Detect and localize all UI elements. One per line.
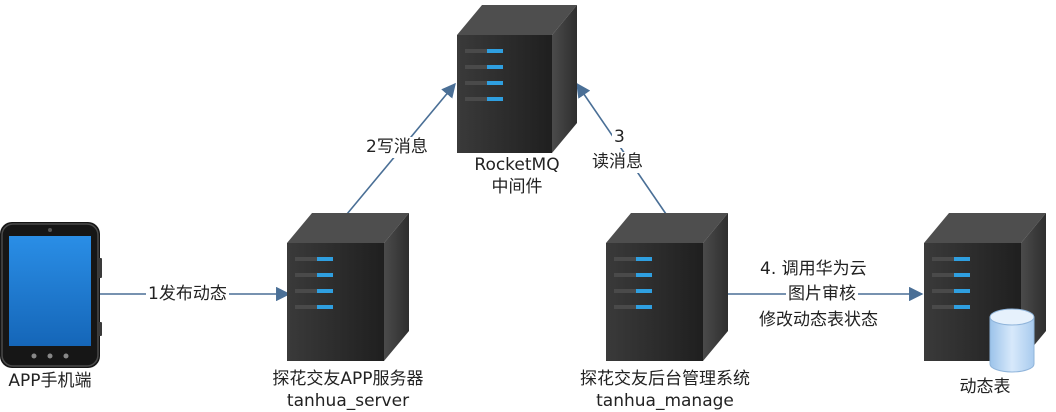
edge-label-read: 读消息 bbox=[590, 152, 645, 173]
manage-label-cn: 探花交友后台管理系统 bbox=[580, 369, 750, 389]
mq-label-name: RocketMQ bbox=[474, 155, 560, 175]
mq-server-icon bbox=[457, 5, 577, 153]
database-icon bbox=[989, 308, 1035, 373]
app-server-icon bbox=[287, 213, 409, 361]
edge-label-review-1: 4. 调用华为云 bbox=[758, 259, 869, 280]
edge-label-read-step: 3 bbox=[612, 127, 627, 148]
table-label: 动态表 bbox=[959, 377, 1011, 397]
edge-label-write: 2写消息 bbox=[364, 137, 430, 158]
manage-server-icon bbox=[606, 213, 728, 361]
edge-manage-to-mq bbox=[576, 82, 667, 215]
edge-label-review-3: 修改动态表状态 bbox=[757, 310, 880, 331]
mq-label-desc: 中间件 bbox=[491, 177, 543, 197]
smartphone-icon bbox=[0, 222, 102, 368]
edge-label-publish: 1发布动态 bbox=[146, 284, 229, 305]
architecture-diagram bbox=[0, 5, 1046, 373]
server-label-cn: 探花交友APP服务器 bbox=[272, 369, 424, 389]
phone-label: APP手机端 bbox=[8, 371, 92, 391]
edge-label-review-2: 图片审核 bbox=[786, 284, 858, 305]
